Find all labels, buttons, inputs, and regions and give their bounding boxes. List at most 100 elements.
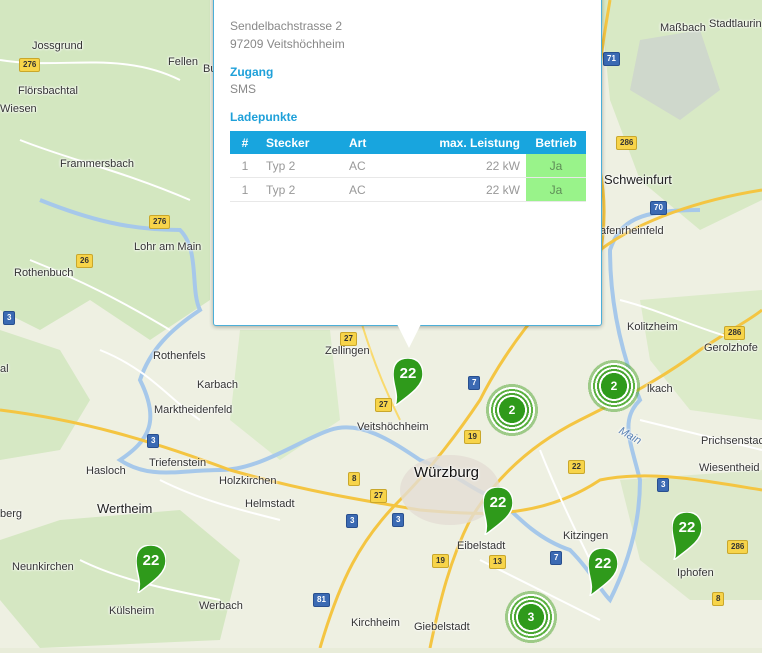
place-zellingen: Zellingen [325, 345, 370, 357]
place-berg: berg [0, 508, 23, 520]
cell-operation: Ja [526, 177, 586, 202]
place-giebelstadt: Giebelstadt [414, 621, 470, 633]
road-shield: 13 [489, 555, 506, 569]
road-shield: 3 [3, 311, 16, 325]
station-info-popup: Sendelbachstrasse 2 97209 Veitshöchheim … [213, 0, 602, 326]
pin-label: 22 [143, 552, 160, 569]
place-kuelsheim: Külsheim [109, 605, 155, 617]
road-shield: 27 [370, 489, 387, 503]
place-massbach: Maßbach [660, 22, 706, 34]
table-row: 1 Typ 2 AC 22 kW Ja [230, 177, 586, 202]
place-gerolzhofen: Gerolzhofe [704, 342, 758, 354]
place-kolitzheim: Kolitzheim [627, 321, 678, 333]
place-iphofen: Iphofen [677, 567, 714, 579]
charging-station-pin[interactable]: 22 [392, 357, 424, 409]
road-shield: 276 [149, 215, 171, 229]
road-shield: 71 [603, 52, 620, 66]
place-veitshoechheim: Veitshöchheim [357, 421, 429, 433]
place-wiesentheid: Wiesentheid [699, 462, 760, 474]
station-street: Sendelbachstrasse 2 [230, 19, 343, 33]
popup-pointer [397, 324, 421, 348]
road-shield: 27 [340, 332, 357, 346]
cell-num: 1 [230, 177, 260, 202]
cluster-marker[interactable]: 2 [484, 382, 540, 438]
cluster-marker[interactable]: 2 [586, 358, 642, 414]
cluster-marker[interactable]: 3 [503, 589, 559, 645]
cell-type: AC [343, 154, 387, 178]
column-header: Stecker [260, 131, 344, 154]
cell-power: 22 kW [387, 177, 526, 202]
cell-operation: Ja [526, 154, 586, 178]
road-shield: 7 [468, 376, 481, 390]
place-prichsenstadt: Prichsenstac [701, 435, 762, 447]
road-shield: 19 [464, 430, 481, 444]
charging-pin-icon: 22 [482, 486, 514, 538]
cluster-count: 2 [610, 379, 618, 393]
cluster-count: 2 [508, 403, 516, 417]
road-shield: 7 [550, 551, 563, 565]
place-triefenstein: Triefenstein [149, 457, 207, 469]
pin-label: 22 [595, 555, 612, 572]
charging-station-pin[interactable]: 22 [482, 486, 514, 538]
place-holzkirchen: Holzkirchen [219, 475, 277, 487]
road-shield: 81 [313, 593, 330, 607]
charging-points-heading: Ladepunkte [230, 110, 298, 124]
road-shield: 286 [724, 326, 746, 340]
place-wiesen: Wiesen [0, 103, 37, 115]
road-shield: 286 [616, 136, 638, 150]
charging-pin-icon: 22 [135, 544, 167, 596]
place-kirchheim: Kirchheim [351, 617, 400, 629]
road-shield: 19 [432, 554, 449, 568]
place-schweinfurt: Schweinfurt [604, 172, 672, 187]
place-marktheidenfeld: Marktheidenfeld [154, 404, 233, 416]
column-header: Art [343, 131, 387, 154]
charging-pin-icon: 22 [392, 357, 424, 409]
road-shield: 27 [375, 398, 392, 412]
road-shield: 276 [19, 58, 41, 72]
column-header: Betrieb [526, 131, 586, 154]
column-header: # [230, 131, 260, 154]
place-jossgrund: Jossgrund [32, 40, 83, 52]
place-werbach: Werbach [199, 600, 243, 612]
place-fellen: Fellen [168, 56, 198, 68]
charging-pin-icon: 22 [587, 547, 619, 599]
cell-plug: Typ 2 [260, 154, 344, 178]
road-shield: 8 [712, 592, 725, 606]
road-shield: 286 [727, 540, 749, 554]
place-neunkirchen: Neunkirchen [12, 561, 74, 573]
road-shield: 3 [346, 514, 359, 528]
place-wertheim: Wertheim [97, 501, 153, 516]
column-header: max. Leistung [387, 131, 526, 154]
pin-label: 22 [400, 365, 417, 382]
place-volkach: lkach [647, 383, 673, 395]
road-shield: 70 [650, 201, 667, 215]
place-karbach: Karbach [197, 379, 238, 391]
cluster-count: 3 [527, 610, 535, 624]
station-city: 97209 Veitshöchheim [230, 37, 345, 51]
pin-label: 22 [490, 494, 507, 511]
road-shield: 8 [348, 472, 361, 486]
place-grafenrheinfeld: afenrheinfeld [600, 225, 664, 237]
table-header-row: # Stecker Art max. Leistung Betrieb [230, 131, 586, 154]
road-shield: 26 [76, 254, 93, 268]
place-rothenfels: Rothenfels [153, 350, 206, 362]
charging-pin-icon: 22 [671, 511, 703, 563]
place-eibelstadt: Eibelstadt [457, 540, 506, 552]
place-lohr: Lohr am Main [134, 241, 202, 253]
cell-plug: Typ 2 [260, 177, 344, 202]
charging-station-pin[interactable]: 22 [587, 547, 619, 599]
place-rothenbuch: Rothenbuch [14, 267, 74, 279]
road-shield: 3 [657, 478, 670, 492]
table-row: 1 Typ 2 AC 22 kW Ja [230, 154, 586, 178]
cell-type: AC [343, 177, 387, 202]
place-left-edge: al [0, 363, 9, 375]
road-shield: 3 [392, 513, 405, 527]
charging-station-pin[interactable]: 22 [135, 544, 167, 596]
charging-points-table: # Stecker Art max. Leistung Betrieb 1 Ty… [230, 131, 586, 202]
cell-num: 1 [230, 154, 260, 178]
charging-station-pin[interactable]: 22 [671, 511, 703, 563]
place-helmstadt: Helmstadt [245, 498, 295, 510]
cell-power: 22 kW [387, 154, 526, 178]
place-floersbachtal: Flörsbachtal [18, 85, 78, 97]
place-wuerzburg: Würzburg [414, 464, 480, 481]
